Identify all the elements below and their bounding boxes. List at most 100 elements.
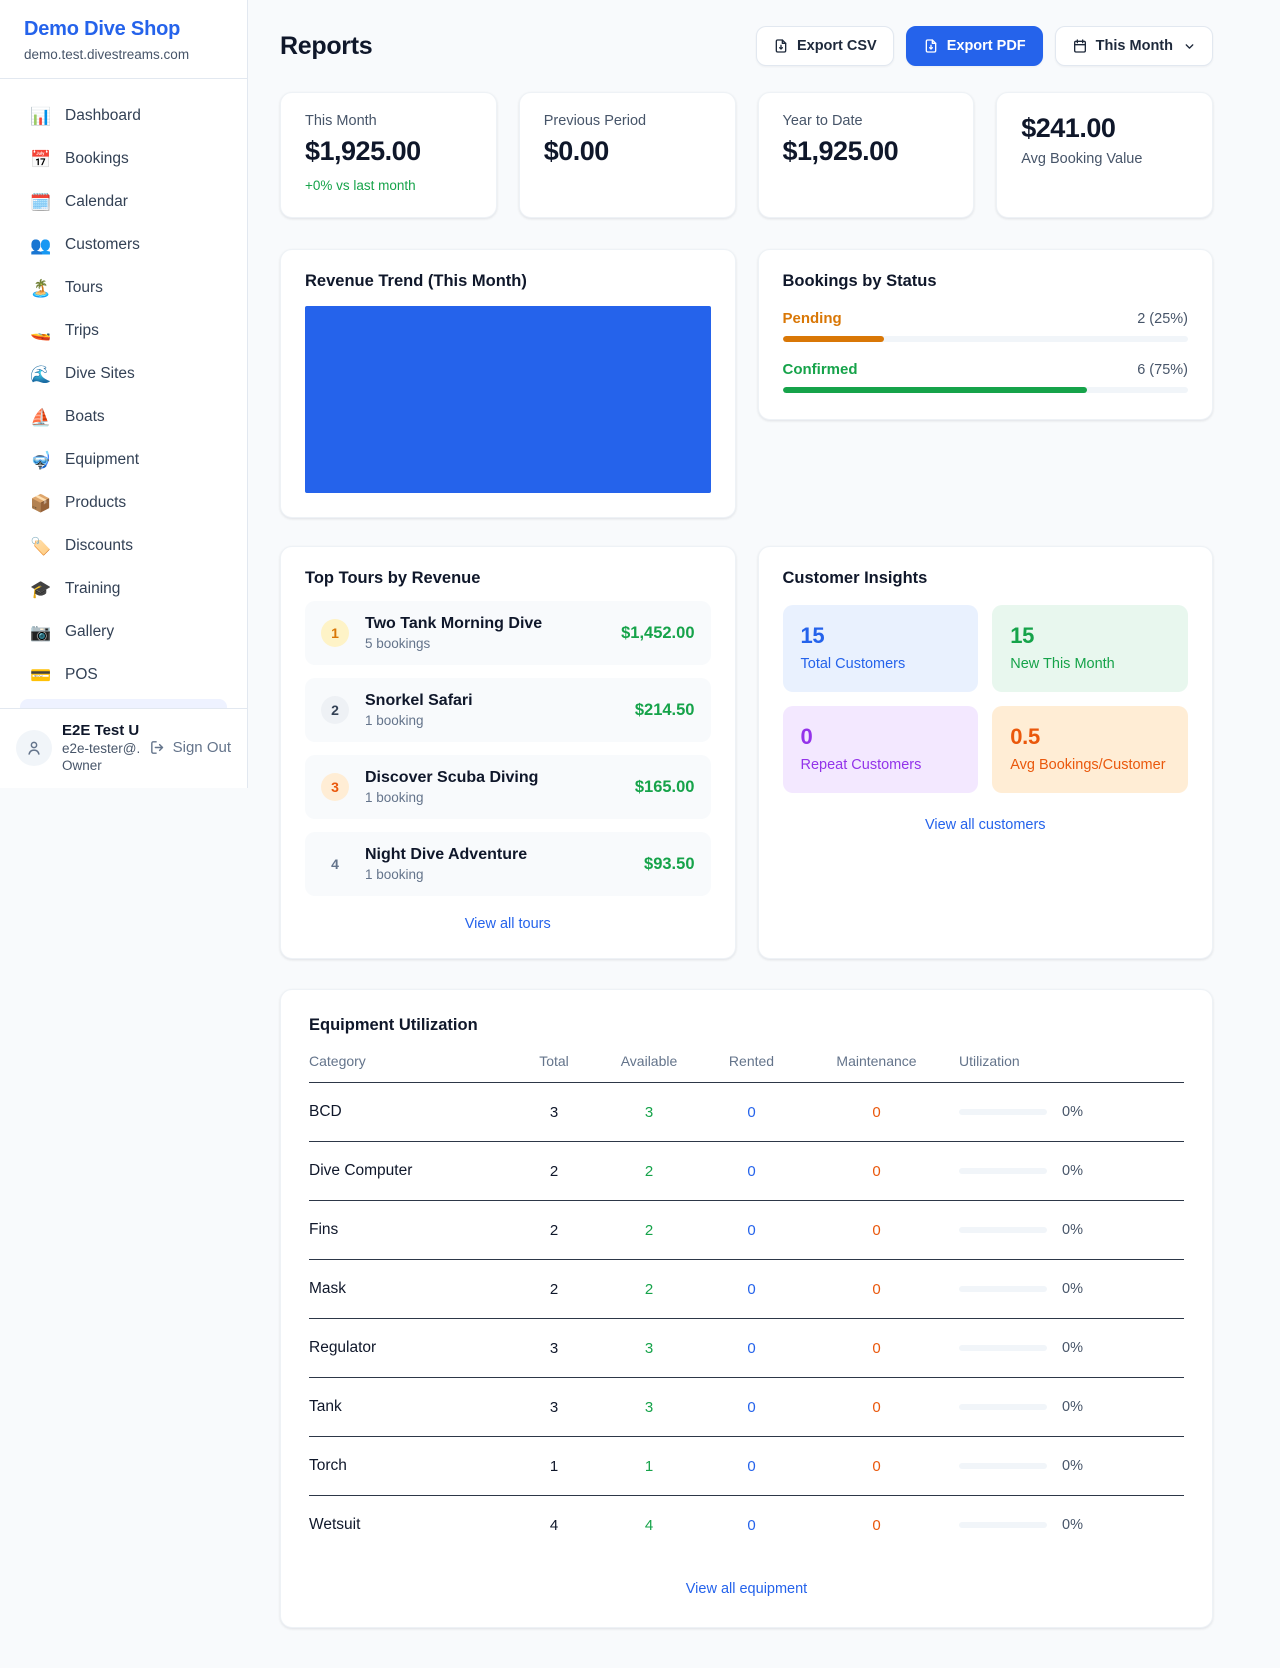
- view-all-tours-link[interactable]: View all tours: [305, 916, 711, 932]
- equipment-rented: 0: [689, 1458, 814, 1475]
- sidebar-item-label: POS: [65, 666, 98, 684]
- tile-value: 15: [1010, 623, 1170, 649]
- tour-bookings: 1 booking: [365, 790, 619, 805]
- sidebar-item-label: Trips: [65, 322, 99, 340]
- file-download-icon: [773, 38, 789, 54]
- camera-icon: 📷: [30, 624, 52, 641]
- sidebar: Demo Dive Shop demo.test.divestreams.com…: [0, 0, 248, 788]
- rank-badge: 2: [321, 696, 349, 724]
- utilization-percent: 0%: [1062, 1163, 1083, 1179]
- sidebar-item-bookings[interactable]: 📅 Bookings: [20, 140, 227, 178]
- tour-name: Discover Scuba Diving: [365, 769, 619, 787]
- view-all-equipment-link[interactable]: View all equipment: [309, 1581, 1184, 1597]
- equipment-category: BCD: [309, 1103, 499, 1121]
- table-row: Tank 3 3 0 0 0%: [309, 1378, 1184, 1437]
- sidebar-item-label: Calendar: [65, 193, 128, 211]
- stat-card-previous-period: Previous Period $0.00: [519, 92, 736, 218]
- status-label: Confirmed: [783, 361, 858, 378]
- tour-name: Night Dive Adventure: [365, 846, 628, 864]
- table-row: BCD 3 3 0 0 0%: [309, 1083, 1184, 1142]
- equipment-available: 3: [609, 1104, 689, 1121]
- insight-tile-avg-bookings: 0.5 Avg Bookings/Customer: [992, 706, 1188, 793]
- equipment-rented: 0: [689, 1517, 814, 1534]
- bookings-by-status-title: Bookings by Status: [783, 272, 1189, 291]
- stat-label: This Month: [305, 113, 472, 129]
- island-icon: 🏝️: [30, 280, 52, 297]
- status-row-confirmed: Confirmed 6 (75%): [783, 361, 1189, 393]
- sidebar-item-label: Customers: [65, 236, 140, 254]
- sidebar-item-dashboard[interactable]: 📊 Dashboard: [20, 97, 227, 135]
- equipment-maintenance: 0: [814, 1399, 939, 1416]
- utilization-bar: [959, 1463, 1047, 1470]
- sidebar-item-gallery[interactable]: 📷 Gallery: [20, 613, 227, 651]
- view-all-customers-link[interactable]: View all customers: [783, 817, 1189, 833]
- sidebar-item-discounts[interactable]: 🏷️ Discounts: [20, 527, 227, 565]
- equipment-available: 4: [609, 1517, 689, 1534]
- sidebar-item-label: Equipment: [65, 451, 139, 469]
- sidebar-item-calendar[interactable]: 🗓️ Calendar: [20, 183, 227, 221]
- sidebar-item-customers[interactable]: 👥 Customers: [20, 226, 227, 264]
- sidebar-item-training[interactable]: 🎓 Training: [20, 570, 227, 608]
- revenue-trend-card: Revenue Trend (This Month): [280, 249, 736, 518]
- customer-insights-title: Customer Insights: [783, 569, 1189, 588]
- user-role: Owner: [62, 758, 139, 773]
- sidebar-item-dive-sites[interactable]: 🌊 Dive Sites: [20, 355, 227, 393]
- sidebar-item-products[interactable]: 📦 Products: [20, 484, 227, 522]
- column-header-utilization: Utilization: [939, 1053, 1184, 1069]
- sidebar-user-footer: E2E Test U... e2e-tester@... Owner Sign …: [0, 708, 247, 788]
- sidebar-item-label: Bookings: [65, 150, 129, 168]
- table-row: Torch 1 1 0 0 0%: [309, 1437, 1184, 1496]
- rank-badge: 4: [321, 850, 349, 878]
- sidebar-item-pos[interactable]: 💳 POS: [20, 656, 227, 694]
- progress-track: [783, 336, 1189, 342]
- equipment-available: 3: [609, 1399, 689, 1416]
- export-csv-label: Export CSV: [797, 38, 877, 54]
- progress-track: [783, 387, 1189, 393]
- status-label: Pending: [783, 310, 842, 327]
- sidebar-item-boats[interactable]: ⛵ Boats: [20, 398, 227, 436]
- period-dropdown[interactable]: This Month: [1055, 26, 1213, 66]
- export-pdf-label: Export PDF: [947, 38, 1026, 54]
- insight-tile-repeat-customers: 0 Repeat Customers: [783, 706, 979, 793]
- graduation-cap-icon: 🎓: [30, 581, 52, 598]
- stat-value: $1,925.00: [783, 136, 950, 167]
- page-title: Reports: [280, 32, 372, 61]
- utilization-percent: 0%: [1062, 1222, 1083, 1238]
- tile-label: Total Customers: [801, 656, 961, 672]
- equipment-total: 4: [499, 1517, 609, 1534]
- equipment-category: Torch: [309, 1457, 499, 1475]
- column-header-maintenance: Maintenance: [814, 1053, 939, 1069]
- tour-revenue: $165.00: [635, 778, 695, 797]
- tile-value: 0: [801, 724, 961, 750]
- diving-mask-icon: 🤿: [30, 452, 52, 469]
- logout-icon: [149, 739, 166, 756]
- person-icon: [25, 739, 43, 757]
- bar-chart-icon: 📊: [30, 108, 52, 125]
- equipment-total: 1: [499, 1458, 609, 1475]
- period-label: This Month: [1096, 38, 1173, 54]
- sidebar-item-equipment[interactable]: 🤿 Equipment: [20, 441, 227, 479]
- sidebar-item-reports-partial[interactable]: [20, 699, 227, 708]
- equipment-maintenance: 0: [814, 1222, 939, 1239]
- tour-name: Two Tank Morning Dive: [365, 615, 605, 633]
- sidebar-item-tours[interactable]: 🏝️ Tours: [20, 269, 227, 307]
- equipment-rented: 0: [689, 1281, 814, 1298]
- status-count: 6 (75%): [1137, 362, 1188, 378]
- equipment-maintenance: 0: [814, 1517, 939, 1534]
- equipment-utilization-title: Equipment Utilization: [309, 1016, 1184, 1035]
- sign-out-button[interactable]: Sign Out: [149, 739, 231, 756]
- stat-card-year-to-date: Year to Date $1,925.00: [758, 92, 975, 218]
- utilization-percent: 0%: [1062, 1458, 1083, 1474]
- tour-row: 1 Two Tank Morning Dive 5 bookings $1,45…: [305, 601, 711, 665]
- table-row: Regulator 3 3 0 0 0%: [309, 1319, 1184, 1378]
- utilization-percent: 0%: [1062, 1281, 1083, 1297]
- equipment-category: Mask: [309, 1280, 499, 1298]
- insight-tile-total-customers: 15 Total Customers: [783, 605, 979, 692]
- sidebar-item-trips[interactable]: 🚤 Trips: [20, 312, 227, 350]
- sidebar-item-label: Boats: [65, 408, 105, 426]
- export-pdf-button[interactable]: Export PDF: [906, 26, 1043, 66]
- progress-fill: [783, 387, 1087, 393]
- tour-revenue: $214.50: [635, 701, 695, 720]
- export-csv-button[interactable]: Export CSV: [756, 26, 894, 66]
- column-header-total: Total: [499, 1053, 609, 1069]
